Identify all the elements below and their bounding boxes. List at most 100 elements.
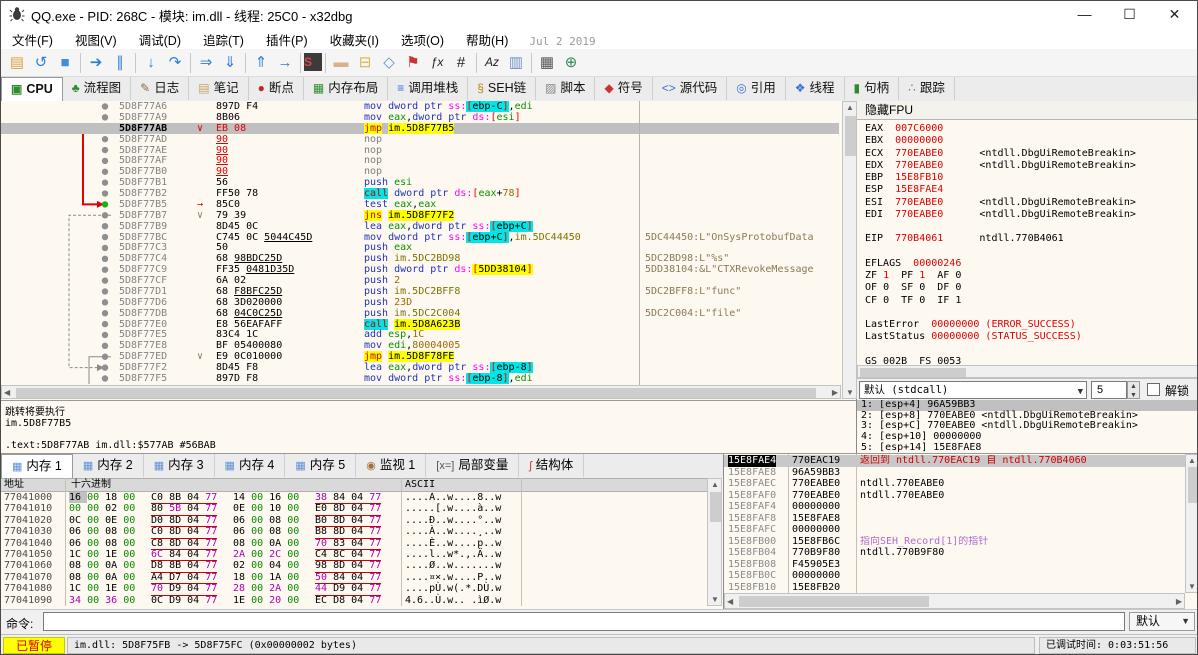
- register-row[interactable]: ESP 15E8FAE4: [865, 184, 1197, 196]
- dump-row[interactable]: 77041080 1C 00 1E 00 70 D9 04 77 28 00 2A 0…: [1, 583, 707, 596]
- disasm-vertical-scrollbar[interactable]: ▲ ▼: [842, 101, 857, 399]
- dump-row[interactable]: 77041000 16 00 18 00 C0 8B 04 77 14 00 16 0…: [1, 492, 707, 505]
- dump-tab-内存2[interactable]: ▦ 内存 2: [73, 454, 144, 477]
- dump-tab-内存3[interactable]: ▦ 内存 3: [144, 454, 215, 477]
- dump-row[interactable]: 77041060 08 00 0A 00 D8 8B 04 77 02 00 04 0…: [1, 560, 707, 573]
- dump-tab-内存5[interactable]: ▦ 内存 5: [285, 454, 357, 477]
- disasm-row[interactable]: 5D8F77AF 90 nop: [1, 155, 839, 166]
- disasm-row[interactable]: 5D8F77B9 8D45 0C lea eax,dword ptr ss:[ebp…: [1, 220, 839, 232]
- disasm-row[interactable]: 5D8F77A6 897D F4 mov dword ptr ss:[ebp-C],…: [1, 101, 839, 112]
- tab-跟踪[interactable]: ∴ 跟踪: [899, 77, 955, 100]
- tab-句柄[interactable]: ▮ 句柄: [845, 77, 900, 100]
- label-icon[interactable]: ◇: [377, 51, 401, 75]
- tab-调用堆栈[interactable]: ≡ 调用堆栈: [388, 77, 469, 100]
- hide-fpu-button[interactable]: 隐藏FPU: [857, 101, 1197, 120]
- dump-row[interactable]: 77041020 0C 00 0E 00 D0 8D 04 77 06 00 08 0…: [1, 515, 707, 528]
- stack-horizontal-scrollbar[interactable]: ◀ ▶: [724, 593, 1185, 609]
- registers-horizontal-scrollbar[interactable]: [857, 365, 1197, 378]
- disasm-row[interactable]: 5D8F77B7 ∨ 79 39 jns im.5D8F77F2: [1, 209, 839, 221]
- tab-引用[interactable]: ◎ 引用: [727, 77, 786, 100]
- disasm-row[interactable]: 5D8F77AD 90 nop: [1, 134, 839, 145]
- disasm-row[interactable]: 5D8F77E0 E8 56EAFAFF call im.5D8A623B: [1, 318, 839, 330]
- disasm-row[interactable]: 5D8F77D6 68 3D020000 push 23D: [1, 297, 839, 308]
- disasm-row[interactable]: 5D8F77BC C745 0C 5044C45D mov dword ptr ss…: [1, 231, 839, 243]
- az-icon[interactable]: Az: [480, 51, 504, 75]
- disasm-horizontal-scrollbar[interactable]: ◀ ▶: [1, 385, 841, 399]
- stack-pane[interactable]: 15E8FAE4 770EAC19 返回到 ntdll.770EAC19 自 ntd…: [723, 454, 1197, 610]
- dump-row[interactable]: 77041040 06 00 08 00 C8 8D 04 77 08 00 0A 0…: [1, 538, 707, 550]
- disasm-row[interactable]: 5D8F77D1 68 F8BFC25D push im.5DC2BFF8 5DC2B…: [1, 286, 839, 297]
- close-button[interactable]: ✕: [1152, 1, 1197, 27]
- stack-row[interactable]: 15E8FAF4 00000000: [724, 501, 1185, 513]
- bookmark-icon[interactable]: ⚑: [401, 51, 425, 75]
- disasm-row[interactable]: 5D8F77B2 FF50 78 call dword ptr ds:[eax+78…: [1, 188, 839, 200]
- tab-日志[interactable]: ✎ 日志: [131, 77, 190, 100]
- disasm-row[interactable]: 5D8F77F2 8D45 F8 lea eax,dword ptr ss:[ebp…: [1, 362, 839, 374]
- stack-row[interactable]: 15E8FAF0 770EABE0 ntdll.770EABE0: [724, 490, 1185, 502]
- disasm-row[interactable]: 5D8F77CF 6A 02 push 2: [1, 275, 839, 286]
- register-row[interactable]: EDX 770EABE0 <ntdll.DbgUiRemoteBreakin>: [865, 160, 1197, 172]
- step-user-icon[interactable]: →: [273, 51, 297, 75]
- disasm-row[interactable]: 5D8F77B0 90 nop: [1, 166, 839, 177]
- run-icon[interactable]: ➔: [84, 51, 108, 75]
- dump-tab-内存4[interactable]: ▦ 内存 4: [215, 454, 286, 477]
- maximize-button[interactable]: ☐: [1107, 1, 1152, 27]
- stack-row[interactable]: 15E8FB0C 00000000: [724, 570, 1185, 582]
- disasm-row[interactable]: 5D8F77DB 68 04C0C25D push im.5DC2C004 5DC2C…: [1, 308, 839, 319]
- stack-row[interactable]: 15E8FB08 F45905E3: [724, 559, 1185, 571]
- disasm-row[interactable]: 5D8F77A9 8B06 mov eax,dword ptr ds:[esi]: [1, 112, 839, 123]
- dump-vertical-scrollbar[interactable]: ▲ ▼: [707, 478, 722, 606]
- command-input[interactable]: [43, 612, 1125, 631]
- register-row[interactable]: EAX 007C6000: [865, 123, 1197, 135]
- stack-vertical-scrollbar[interactable]: ▲ ▼: [1185, 454, 1197, 593]
- register-row[interactable]: EBP 15E8FB10: [865, 172, 1197, 184]
- stop-icon[interactable]: ■: [53, 51, 77, 75]
- argument-row[interactable]: 5: [esp+14] 15E8FAE8: [857, 442, 1197, 453]
- register-row[interactable]: [865, 344, 1197, 356]
- unlock-checkbox[interactable]: [1147, 383, 1160, 396]
- run-to-user-code-icon[interactable]: ⇑: [249, 51, 273, 75]
- disasm-row[interactable]: 5D8F77ED ∨ E9 0C010000 jmp im.5D8F78FE: [1, 351, 839, 363]
- disasm-row[interactable]: 5D8F77AE 90 nop: [1, 145, 839, 156]
- dump-row[interactable]: 77041010 00 00 02 00 80 5B 04 77 0E 00 10 0…: [1, 503, 707, 516]
- disassembly-pane[interactable]: 5D8F77A6 897D F4 mov dword ptr ss:[ebp-C],…: [1, 101, 857, 453]
- execute-till-return-icon[interactable]: ⇓: [218, 51, 242, 75]
- dump-tab-局部变量[interactable]: [x=] 局部变量: [426, 454, 520, 477]
- disasm-row[interactable]: 5D8F77E8 BF 05400080 mov edi,80004005: [1, 340, 839, 351]
- stack-row[interactable]: 15E8FAF8 15E8FAE8: [724, 513, 1185, 525]
- run-to-cursor-icon[interactable]: ⇒: [194, 51, 218, 75]
- register-row[interactable]: [865, 246, 1197, 258]
- restart-icon[interactable]: ↺: [29, 51, 53, 75]
- stack-row[interactable]: 15E8FAE8 96A59BB3: [724, 467, 1185, 479]
- function-icon[interactable]: ƒx: [425, 51, 449, 75]
- tab-cpu[interactable]: ▣ CPU: [1, 77, 63, 102]
- register-row[interactable]: LastStatus 00000000 (STATUS_SUCCESS): [865, 331, 1197, 343]
- dump-row[interactable]: 77041030 06 00 08 00 C0 8D 04 77 06 00 08 0…: [1, 526, 707, 539]
- tab-线程[interactable]: ❖ 线程: [786, 77, 845, 100]
- device-icon[interactable]: ▥: [504, 51, 528, 75]
- disasm-row[interactable]: 5D8F77E5 83C4 1C add esp,1C: [1, 329, 839, 340]
- register-row[interactable]: EBX 00000000: [865, 135, 1197, 147]
- comment-icon[interactable]: ⊟: [353, 51, 377, 75]
- hash-icon[interactable]: #: [449, 51, 473, 75]
- tab-seh链[interactable]: § SEH链: [468, 77, 537, 100]
- tab-源代码[interactable]: <> 源代码: [653, 77, 728, 100]
- calling-convention-select[interactable]: 默认 (stdcall) ▼: [859, 381, 1087, 399]
- stack-row[interactable]: 15E8FB10 15E8FB20: [724, 582, 1185, 594]
- register-row[interactable]: ECX 770EABE0 <ntdll.DbgUiRemoteBreakin>: [865, 148, 1197, 160]
- globe-icon[interactable]: ⊕: [559, 51, 583, 75]
- dump-tab-监视1[interactable]: ◉ 监视 1: [356, 454, 427, 477]
- stack-row[interactable]: 15E8FAFC 00000000: [724, 524, 1185, 536]
- register-row[interactable]: GS 002B FS 0053: [865, 356, 1197, 365]
- step-over-icon[interactable]: ↷: [163, 51, 187, 75]
- animate-icon[interactable]: S: [304, 53, 322, 71]
- step-into-icon[interactable]: ↓: [139, 51, 163, 75]
- stack-row[interactable]: 15E8FB04 770B9F80 ntdll.770B9F80: [724, 547, 1185, 559]
- tab-符号[interactable]: ◆ 符号: [595, 77, 653, 100]
- patch-icon[interactable]: ▬: [329, 51, 353, 75]
- disasm-row[interactable]: 5D8F77AB ∨ EB 08 jmp im.5D8F77B5: [1, 122, 839, 134]
- argument-count-stepper[interactable]: ▲ ▼: [1127, 381, 1140, 399]
- command-profile-select[interactable]: 默认 ▼: [1129, 612, 1195, 631]
- dump-row[interactable]: 77041090 34 00 36 00 0C D9 04 77 1E 00 20 0…: [1, 595, 707, 606]
- pause-icon[interactable]: ∥: [108, 51, 132, 75]
